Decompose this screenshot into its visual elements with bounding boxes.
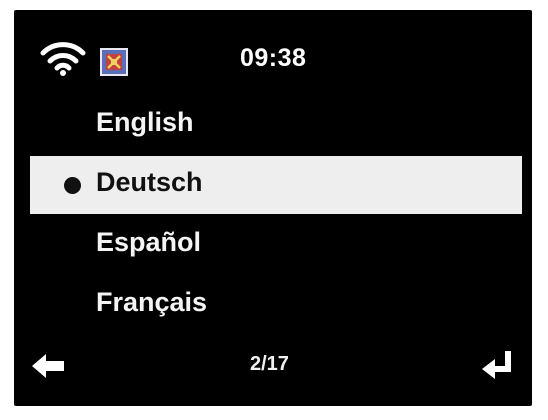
menu-item-label: Français bbox=[96, 287, 208, 317]
menu-item-english[interactable]: English bbox=[30, 96, 522, 154]
back-arrow-icon[interactable] bbox=[32, 353, 66, 379]
menu-item-francais[interactable]: Français bbox=[30, 276, 522, 334]
selected-bullet-icon bbox=[64, 177, 81, 194]
status-bar: 09:38 bbox=[14, 10, 532, 96]
language-flag-icon bbox=[100, 48, 128, 76]
clock-time: 09:38 bbox=[240, 44, 307, 72]
device-screen: 09:38 English Deutsch Español Français 2… bbox=[14, 10, 532, 406]
page-indicator: 2/17 bbox=[250, 353, 289, 375]
menu-item-label: Español bbox=[96, 227, 202, 257]
menu-item-espanol[interactable]: Español bbox=[30, 216, 522, 274]
menu-item-deutsch[interactable]: Deutsch bbox=[30, 156, 522, 214]
menu-item-label: English bbox=[96, 107, 194, 137]
enter-icon[interactable] bbox=[482, 349, 516, 381]
footer-bar: 2/17 bbox=[14, 336, 532, 406]
menu-item-label: Deutsch bbox=[96, 167, 203, 197]
wifi-icon bbox=[40, 42, 86, 76]
